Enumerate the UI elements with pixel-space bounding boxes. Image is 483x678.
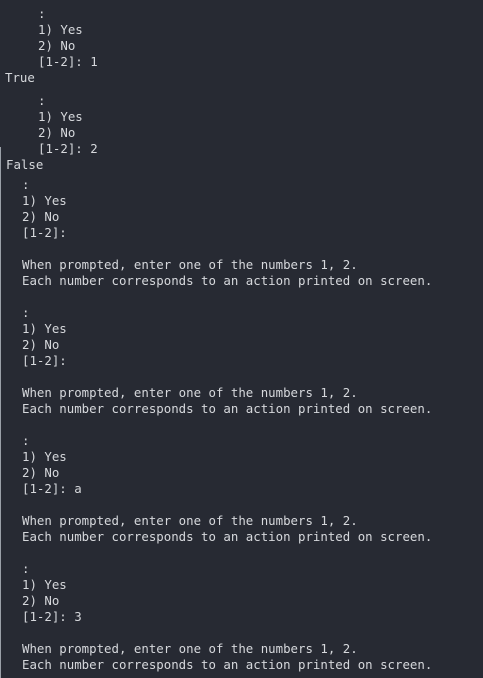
prompt-colon: : xyxy=(22,433,30,448)
help-text: Each number corresponds to an action pri… xyxy=(22,657,433,672)
input-prompt: [1-2]: 1 xyxy=(38,54,98,69)
option-no: 2) No xyxy=(38,38,76,53)
help-text: When prompted, enter one of the numbers … xyxy=(22,385,358,400)
input-prompt: [1-2]: 2 xyxy=(38,141,98,156)
help-text: When prompted, enter one of the numbers … xyxy=(22,257,358,272)
option-no: 2) No xyxy=(22,465,60,480)
option-no: 2) No xyxy=(22,209,60,224)
option-yes: 1) Yes xyxy=(38,109,83,124)
prompt-colon: : xyxy=(38,93,46,108)
input-prompt: [1-2]: 3 xyxy=(22,609,82,624)
option-yes: 1) Yes xyxy=(22,321,67,336)
result-output: False xyxy=(6,157,44,172)
option-no: 2) No xyxy=(38,125,76,140)
left-edge-divider xyxy=(0,147,1,678)
option-no: 2) No xyxy=(22,337,60,352)
prompt-colon: : xyxy=(22,177,30,192)
option-yes: 1) Yes xyxy=(38,22,83,37)
prompt-colon: : xyxy=(22,561,30,576)
option-yes: 1) Yes xyxy=(22,449,67,464)
prompt-colon: : xyxy=(22,305,30,320)
input-prompt: [1-2]: a xyxy=(22,481,82,496)
help-text: When prompted, enter one of the numbers … xyxy=(22,641,358,656)
terminal-window[interactable]: { "terminal": { "block1": { "colon": ":"… xyxy=(0,0,483,678)
input-prompt: [1-2]: xyxy=(22,353,67,368)
help-text: Each number corresponds to an action pri… xyxy=(22,401,433,416)
help-text: When prompted, enter one of the numbers … xyxy=(22,513,358,528)
help-text: Each number corresponds to an action pri… xyxy=(22,529,433,544)
result-output: True xyxy=(5,70,35,85)
help-text: Each number corresponds to an action pri… xyxy=(22,273,433,288)
option-yes: 1) Yes xyxy=(22,577,67,592)
option-no: 2) No xyxy=(22,593,60,608)
input-prompt: [1-2]: xyxy=(22,225,67,240)
prompt-colon: : xyxy=(38,6,46,21)
option-yes: 1) Yes xyxy=(22,193,67,208)
